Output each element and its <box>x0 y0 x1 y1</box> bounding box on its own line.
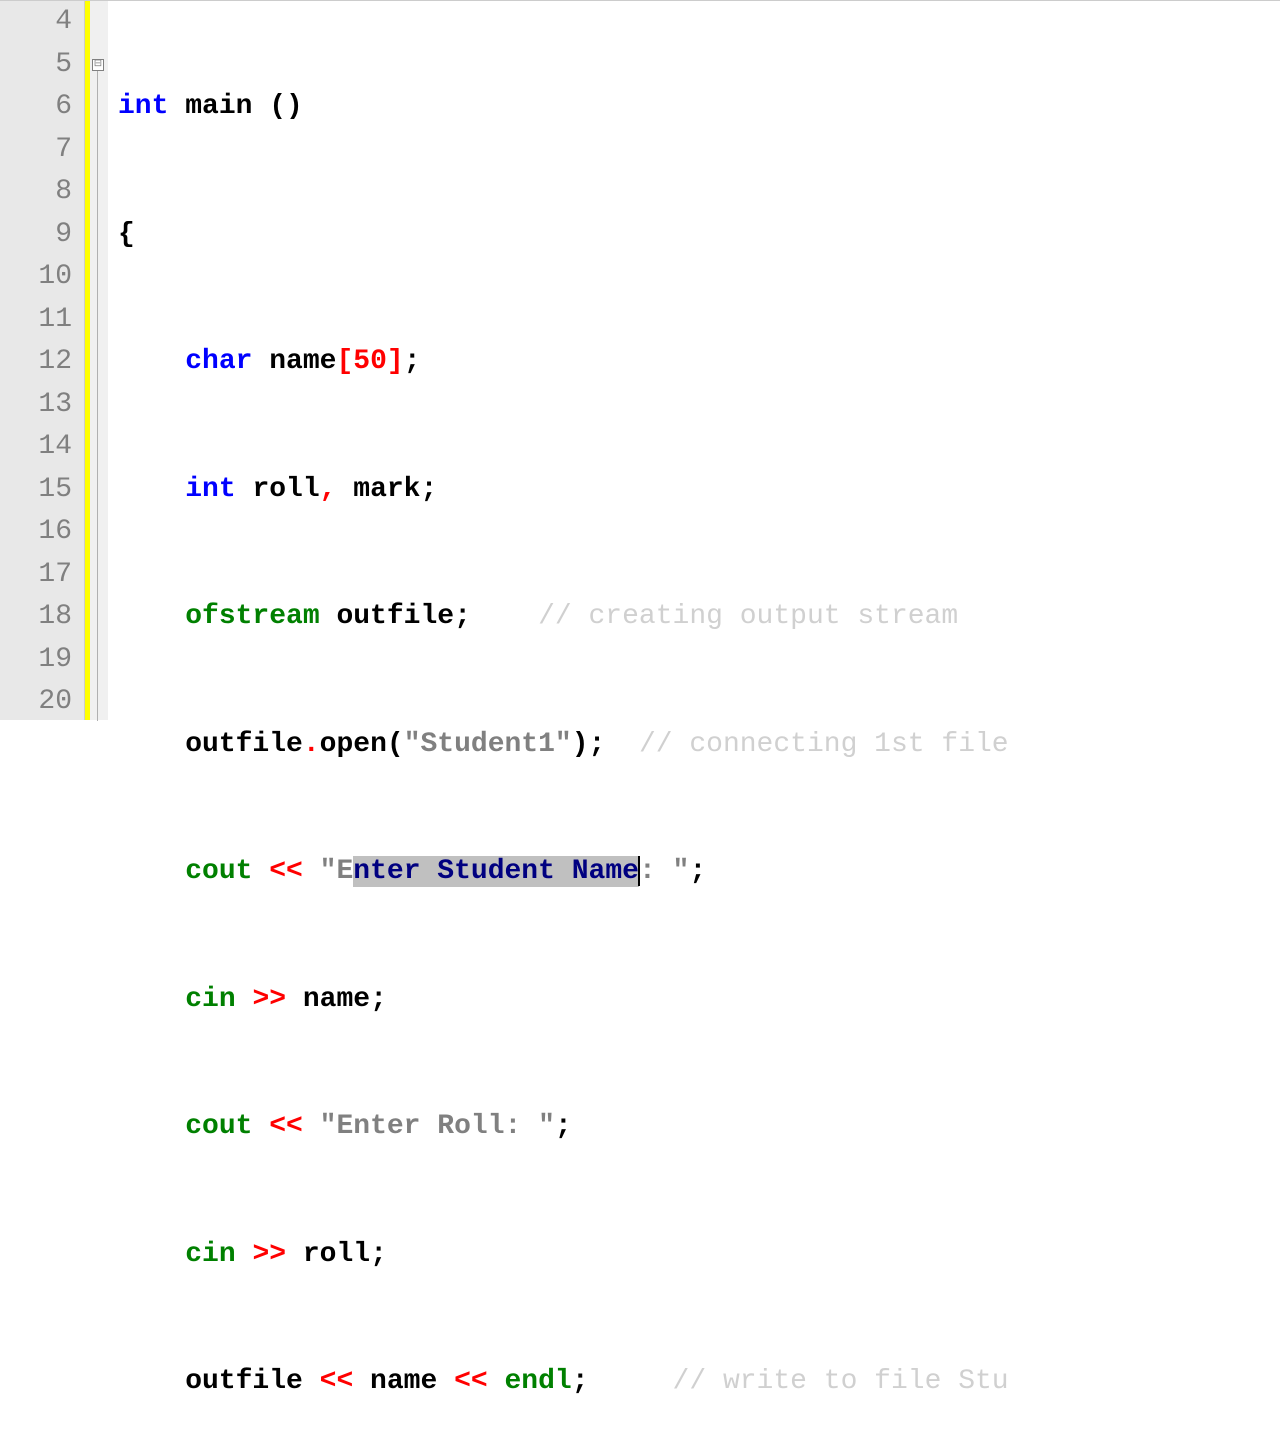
code-line: { <box>118 214 1280 257</box>
line-number: 11 <box>0 299 72 342</box>
line-number: 17 <box>0 554 72 597</box>
code-line: outfile.open("Student1"); // connecting … <box>118 724 1280 767</box>
code-editor[interactable]: 4 5 6 7 8 9 10 11 12 13 14 15 16 17 18 1… <box>0 0 1280 720</box>
line-number: 10 <box>0 256 72 299</box>
code-line: int main () <box>118 86 1280 129</box>
line-number-gutter: 4 5 6 7 8 9 10 11 12 13 14 15 16 17 18 1… <box>0 1 85 720</box>
line-number: 13 <box>0 384 72 427</box>
fold-column: ⊟ <box>90 1 108 720</box>
fold-toggle-icon[interactable]: ⊟ <box>92 59 104 71</box>
line-number: 5 <box>0 44 72 87</box>
line-number: 20 <box>0 681 72 724</box>
line-number: 9 <box>0 214 72 257</box>
text-selection: nter Student Name <box>353 856 639 887</box>
code-line: cout << "Enter Student Name: "; <box>118 851 1280 894</box>
line-number: 14 <box>0 426 72 469</box>
code-line: cin >> name; <box>118 979 1280 1022</box>
fold-guide-line <box>97 71 98 721</box>
line-number: 16 <box>0 511 72 554</box>
code-line: cout << "Enter Roll: "; <box>118 1106 1280 1149</box>
code-area[interactable]: int main () { char name[50]; int roll, m… <box>108 1 1280 720</box>
line-number: 8 <box>0 171 72 214</box>
line-number: 18 <box>0 596 72 639</box>
line-number: 6 <box>0 86 72 129</box>
line-number: 7 <box>0 129 72 172</box>
code-line: ofstream outfile; // creating output str… <box>118 596 1280 639</box>
code-line: outfile << name << endl; // write to fil… <box>118 1361 1280 1404</box>
line-number: 19 <box>0 639 72 682</box>
line-number: 15 <box>0 469 72 512</box>
line-number: 4 <box>0 1 72 44</box>
code-line: int roll, mark; <box>118 469 1280 512</box>
code-line: char name[50]; <box>118 341 1280 384</box>
code-line: cin >> roll; <box>118 1234 1280 1277</box>
line-number: 12 <box>0 341 72 384</box>
